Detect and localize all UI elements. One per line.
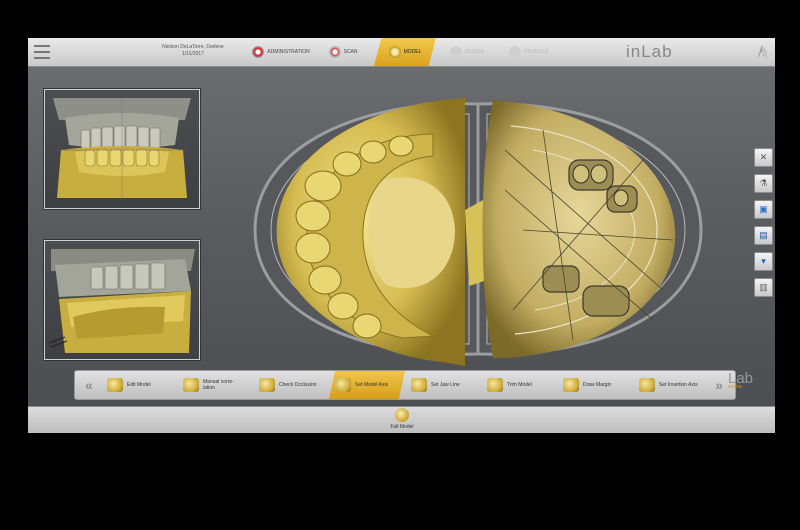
step-bar: « Edit Model Manual corre- lation Check … xyxy=(74,370,736,400)
hamburger-menu-icon[interactable] xyxy=(34,45,50,59)
step-trim-model[interactable]: Trim Model xyxy=(481,371,557,399)
trim-model-icon xyxy=(487,378,503,392)
step-manual-correlation[interactable]: Manual corre- lation xyxy=(177,371,253,399)
step-edit-model[interactable]: Edit Model xyxy=(101,371,177,399)
patient-date: 1/11/2017 xyxy=(182,51,204,57)
step-set-jaw-line[interactable]: Set Jaw Line xyxy=(405,371,481,399)
help-icon[interactable] xyxy=(755,43,769,61)
previous-step-button[interactable]: « xyxy=(77,371,101,399)
step-set-model-axis[interactable]: Set Model Axis xyxy=(329,371,405,399)
check-occlusion-icon xyxy=(259,378,275,392)
sirona-logo: Lab sirona xyxy=(728,370,754,390)
brand-logo: inLab xyxy=(626,42,673,61)
full-model-icon xyxy=(395,408,409,422)
save-icon[interactable]: ▾ xyxy=(754,252,773,271)
tab-administration[interactable]: ADMINISTRATION xyxy=(250,38,312,66)
tab-produce[interactable]: PRODUCE xyxy=(498,38,560,66)
bottom-bar: Full Model xyxy=(28,406,775,433)
produce-icon xyxy=(508,46,521,58)
set-insertion-axis-icon xyxy=(639,378,655,392)
step-set-insertion-axis[interactable]: Set Insertion Axis xyxy=(633,371,709,399)
tools-icon[interactable]: ✕ xyxy=(754,148,773,167)
scan-icon xyxy=(328,46,341,58)
draw-margin-icon xyxy=(563,378,579,392)
steps-list: Edit Model Manual corre- lation Check Oc… xyxy=(101,371,709,399)
tab-scan[interactable]: SCAN xyxy=(312,38,374,66)
model-tree-icon[interactable]: ▤ xyxy=(754,226,773,245)
catalog-icon[interactable]: ▥ xyxy=(754,278,773,297)
model-icon xyxy=(388,46,401,58)
front-view-model xyxy=(53,98,191,200)
inlab-window: Nielson DeLaTorre, Darlene 1/11/2017 ADM… xyxy=(28,38,775,433)
patient-info: Nielson DeLaTorre, Darlene 1/11/2017 xyxy=(138,44,248,58)
thumbnail-front-view[interactable] xyxy=(44,89,200,209)
view-options-icon[interactable]: ▣ xyxy=(754,200,773,219)
tab-design[interactable]: DESIGN xyxy=(436,38,498,66)
manual-correlation-icon xyxy=(183,378,199,392)
phase-tabs: ADMINISTRATION SCAN MODEL DESIGN PRODUCE xyxy=(250,38,560,66)
model-viewport[interactable] xyxy=(243,90,713,366)
patient-name: Nielson DeLaTorre, Darlene xyxy=(162,44,224,50)
set-jaw-line-icon xyxy=(411,378,427,392)
step-check-occlusion[interactable]: Check Occlusion xyxy=(253,371,329,399)
edit-model-icon xyxy=(107,378,123,392)
set-model-axis-icon xyxy=(335,378,351,392)
administration-icon xyxy=(252,46,265,58)
step-draw-margin[interactable]: Draw Margin xyxy=(557,371,633,399)
side-toolbar: ✕ ⚗ ▣ ▤ ▾ ▥ xyxy=(754,148,773,304)
side-view-model xyxy=(48,249,195,353)
top-bar: Nielson DeLaTorre, Darlene 1/11/2017 ADM… xyxy=(28,38,775,67)
thumbnail-side-view[interactable] xyxy=(44,240,200,360)
analysis-icon[interactable]: ⚗ xyxy=(754,174,773,193)
full-model-button[interactable]: Full Model xyxy=(374,408,430,430)
tab-model[interactable]: MODEL xyxy=(374,38,436,66)
design-icon xyxy=(449,46,462,58)
